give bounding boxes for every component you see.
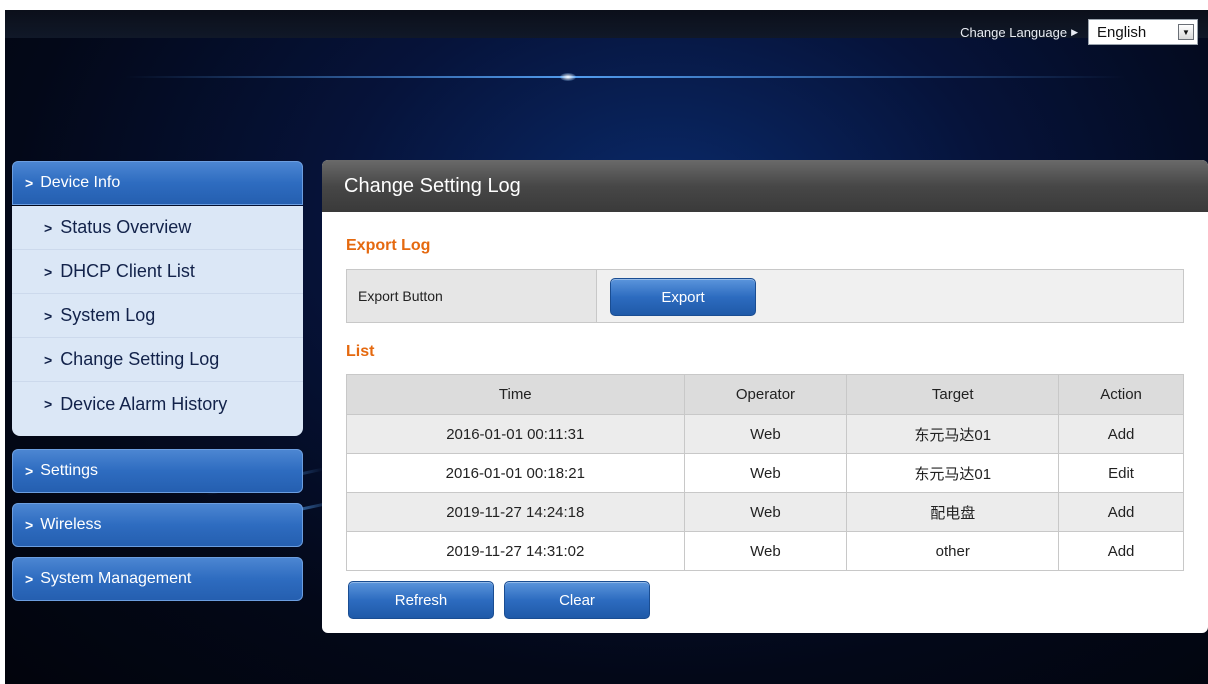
language-select[interactable]: English ▼	[1088, 19, 1198, 45]
table-row: 2016-01-01 00:18:21 Web 东元马达01 Edit	[346, 453, 1184, 493]
column-header-target: Target	[846, 374, 1060, 415]
language-switcher: Change Language ▶ English ▼	[960, 19, 1198, 45]
chevron-right-icon: >	[44, 351, 53, 368]
cell-action: Add	[1058, 531, 1184, 571]
sidebar-item-system-log[interactable]: > System Log	[12, 294, 303, 338]
decorative-glow-dot	[560, 73, 576, 81]
clear-button[interactable]: Clear	[504, 581, 650, 619]
sidebar-section-system-management[interactable]: > System Management	[12, 557, 303, 601]
table-row: 2016-01-01 00:11:31 Web 东元马达01 Add	[346, 414, 1184, 454]
table-header-row: Time Operator Target Action	[346, 374, 1184, 415]
main-panel: Change Setting Log Export Log Export But…	[322, 160, 1208, 633]
sidebar-item-device-alarm-history[interactable]: > Device Alarm History	[12, 382, 303, 426]
cell-target: other	[846, 531, 1060, 571]
sidebar-item-label: DHCP Client List	[60, 261, 195, 281]
sidebar-section-settings[interactable]: > Settings	[12, 449, 303, 493]
change-log-table: Time Operator Target Action 2016-01-01 0…	[346, 374, 1184, 571]
sidebar-section-label: Device Info	[40, 174, 121, 191]
table-row: 2019-11-27 14:31:02 Web other Add	[346, 531, 1184, 571]
sidebar-section-label: System Management	[40, 570, 192, 587]
change-language-label: Change Language	[960, 24, 1068, 40]
export-log-heading: Export Log	[346, 237, 431, 254]
refresh-button[interactable]: Refresh	[348, 581, 494, 619]
column-header-operator: Operator	[683, 374, 848, 415]
cell-time: 2019-11-27 14:24:18	[346, 492, 685, 532]
table-row: 2019-11-27 14:24:18 Web 配电盘 Add	[346, 492, 1184, 532]
cell-target: 东元马达01	[846, 453, 1060, 493]
triangle-right-icon: ▶	[1071, 26, 1078, 37]
decorative-glow-line	[125, 76, 1125, 78]
sidebar-item-label: System Log	[60, 305, 156, 325]
sidebar-item-dhcp-client-list[interactable]: > DHCP Client List	[12, 250, 303, 294]
sidebar-section-wireless[interactable]: > Wireless	[12, 503, 303, 547]
export-button[interactable]: Export	[610, 278, 756, 316]
export-label: Export Button	[347, 270, 597, 322]
chevron-right-icon: >	[44, 396, 53, 412]
column-header-time: Time	[346, 374, 685, 415]
cell-action: Add	[1058, 492, 1184, 532]
cell-operator: Web	[683, 531, 848, 571]
chevron-right-icon: >	[25, 175, 34, 191]
sidebar-item-label: Device Alarm History	[60, 393, 228, 414]
sidebar-item-status-overview[interactable]: > Status Overview	[12, 206, 303, 250]
chevron-right-icon: >	[25, 463, 34, 479]
page-title: Change Setting Log	[322, 160, 1208, 212]
list-heading: List	[346, 343, 375, 360]
export-cell: Export	[597, 270, 1183, 322]
sidebar-item-label: Change Setting Log	[60, 349, 220, 369]
sidebar-section-label: Settings	[40, 462, 98, 479]
cell-target: 东元马达01	[846, 414, 1060, 454]
cell-time: 2016-01-01 00:11:31	[346, 414, 685, 454]
chevron-right-icon: >	[44, 307, 53, 324]
language-select-value: English	[1097, 23, 1147, 41]
chevron-right-icon: >	[44, 219, 53, 236]
chevron-right-icon: >	[25, 571, 34, 587]
cell-time: 2019-11-27 14:31:02	[346, 531, 685, 571]
chevron-right-icon: >	[44, 263, 53, 280]
cell-action: Add	[1058, 414, 1184, 454]
sidebar-item-change-setting-log[interactable]: > Change Setting Log	[12, 338, 303, 382]
sidebar-item-label: Status Overview	[60, 217, 192, 237]
cell-operator: Web	[683, 414, 848, 454]
sidebar-section-device-info[interactable]: > Device Info	[12, 161, 303, 205]
cell-target: 配电盘	[846, 492, 1060, 532]
chevron-right-icon: >	[25, 517, 34, 533]
column-header-action: Action	[1058, 374, 1184, 415]
device-info-submenu: > Status Overview > DHCP Client List > S…	[12, 206, 303, 436]
sidebar-section-label: Wireless	[40, 516, 102, 533]
cell-operator: Web	[683, 453, 848, 493]
cell-time: 2016-01-01 00:18:21	[346, 453, 685, 493]
chevron-down-icon[interactable]: ▼	[1178, 24, 1194, 40]
export-row: Export Button Export	[346, 269, 1184, 323]
cell-action: Edit	[1058, 453, 1184, 493]
cell-operator: Web	[683, 492, 848, 532]
